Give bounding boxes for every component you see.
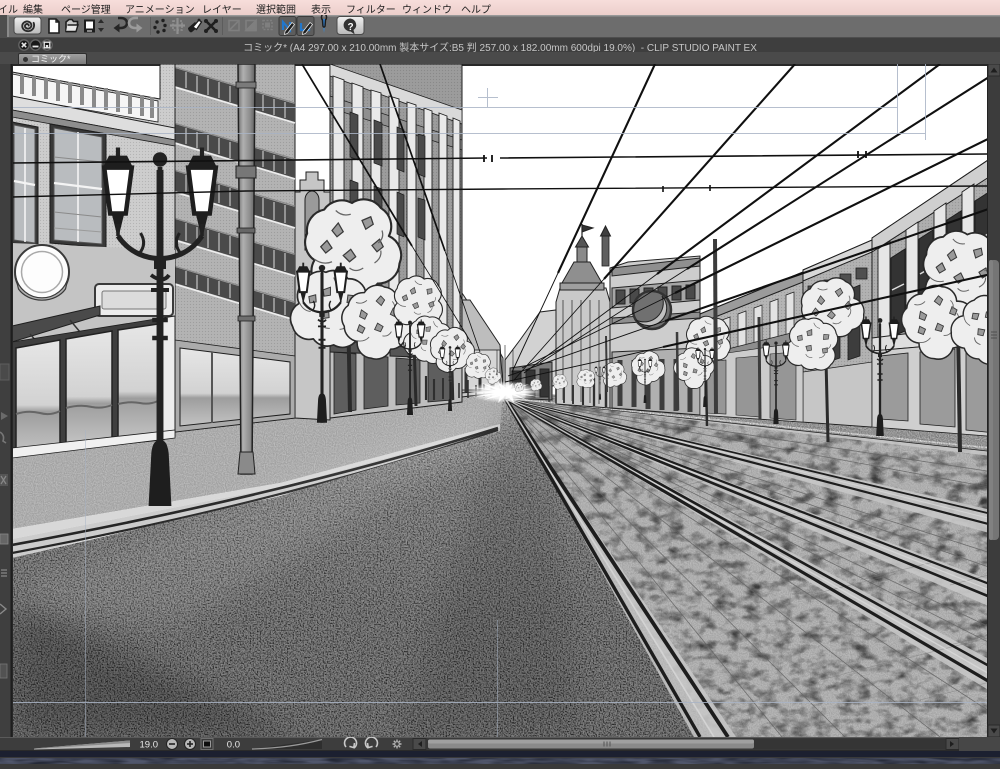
svg-text:0.0: 0.0 — [227, 740, 240, 751]
svg-text:19.0: 19.0 — [140, 740, 159, 751]
svg-text:?: ? — [347, 22, 353, 33]
